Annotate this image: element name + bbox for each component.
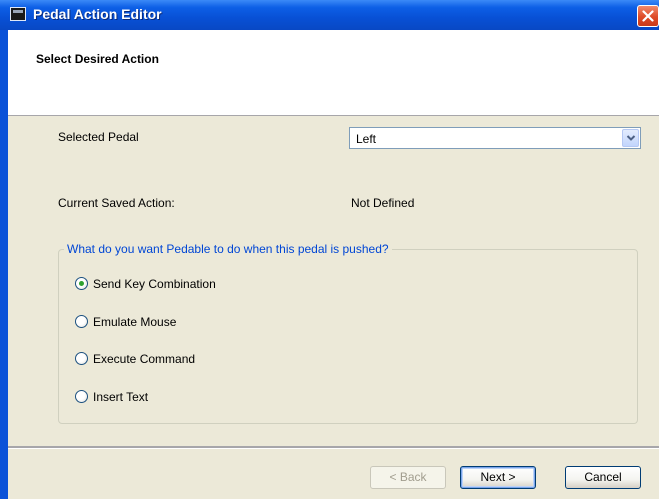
radio-label: Emulate Mouse	[93, 315, 177, 329]
close-icon	[642, 10, 654, 22]
radio-label: Insert Text	[93, 390, 149, 404]
app-window-icon	[10, 7, 26, 21]
chevron-down-icon	[626, 135, 636, 141]
radio-label: Send Key Combination	[93, 277, 216, 291]
wizard-footer	[8, 449, 659, 499]
back-button[interactable]: < Back	[370, 466, 446, 489]
pedal-action-editor-window: Pedal Action Editor Select Desired Actio…	[0, 0, 659, 499]
next-button[interactable]: Next >	[460, 466, 536, 489]
page-title: Select Desired Action	[36, 52, 159, 66]
dropdown-button[interactable]	[622, 129, 639, 147]
current-saved-action-label: Current Saved Action:	[58, 196, 175, 210]
selected-pedal-label: Selected Pedal	[58, 130, 139, 144]
selected-pedal-value: Left	[356, 132, 377, 146]
cancel-button[interactable]: Cancel	[565, 466, 641, 489]
wizard-header: Select Desired Action	[8, 30, 659, 116]
close-button[interactable]	[637, 5, 659, 27]
radio-button[interactable]	[75, 352, 88, 365]
action-groupbox-legend: What do you want Pedable to do when this…	[64, 242, 392, 256]
radio-button-checked[interactable]	[75, 277, 88, 290]
radio-label: Execute Command	[93, 352, 196, 366]
window-title: Pedal Action Editor	[33, 6, 162, 22]
radio-button[interactable]	[75, 390, 88, 403]
title-bar[interactable]: Pedal Action Editor	[0, 0, 659, 30]
radio-button[interactable]	[75, 315, 88, 328]
current-saved-action-value: Not Defined	[351, 196, 415, 210]
selected-pedal-dropdown[interactable]: Left	[349, 127, 641, 149]
